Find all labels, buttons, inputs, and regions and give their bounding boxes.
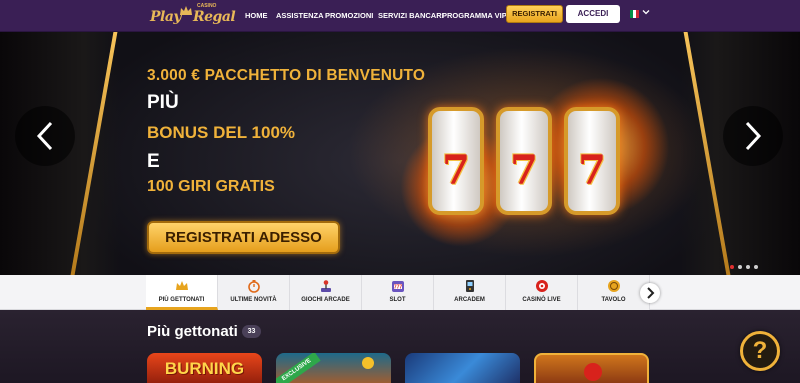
crown-icon: [176, 281, 188, 290]
tab-label: ULTIME NOVITÀ: [230, 297, 277, 303]
logo-regal-text: Regal: [193, 9, 236, 25]
tab-slot[interactable]: 777 SLOT: [362, 275, 434, 310]
page: { "header": { "logo": {"play": "Play", "…: [0, 0, 800, 383]
hero-banner: 3.000 € PACCHETTO DI BENVENUTO PIÙ BONUS…: [0, 32, 800, 275]
slot-reel: 7: [496, 107, 552, 215]
hero-line-piu: PIÙ: [147, 92, 179, 113]
games-count-badge: 33: [242, 325, 261, 338]
help-button[interactable]: ?: [740, 331, 780, 371]
games-section: Più gettonati 33 BURNING EXCLUSIVE: [0, 310, 800, 383]
seven-symbol: 7: [578, 147, 606, 194]
tab-ultime-novita[interactable]: ULTIME NOVITÀ: [218, 275, 290, 310]
game-tile[interactable]: [405, 353, 520, 383]
carousel-dots: [730, 265, 758, 269]
game-tile[interactable]: BURNING: [147, 353, 262, 383]
chevron-left-icon: [36, 121, 53, 151]
carousel-dot[interactable]: [746, 265, 750, 269]
hero-line-bonus: BONUS DEL 100%: [147, 123, 296, 142]
carousel-dot[interactable]: [730, 265, 734, 269]
nav-home[interactable]: HOME: [245, 11, 268, 20]
seven-symbol: 7: [442, 147, 470, 194]
hero-line-free-spins: 100 GIRI GRATIS: [147, 178, 275, 195]
carousel-dot[interactable]: [754, 265, 758, 269]
game-title: BURNING: [164, 359, 245, 378]
table-chip-icon: [608, 280, 620, 292]
game-tile[interactable]: EXCLUSIVE: [276, 353, 391, 383]
tab-label: GIOCHI ARCADE: [301, 297, 350, 303]
nav-programma-vip[interactable]: PROGRAMMA VIP: [442, 11, 507, 20]
coin-icon: [362, 357, 374, 369]
tab-arcadem[interactable]: ARCADEM: [434, 275, 506, 310]
arcade-machine-icon: [466, 280, 474, 292]
hero-line-e: E: [147, 151, 160, 172]
svg-text:777: 777: [394, 284, 403, 290]
tab-casino-live[interactable]: CASINÒ LIVE: [506, 275, 578, 310]
slot-icon: 777: [392, 281, 404, 292]
nav-assistenza[interactable]: ASSISTENZA: [276, 11, 324, 20]
seven-symbol: 7: [510, 147, 538, 194]
top-header: Play CASINO Regal HOME ASSISTENZA PROMOZ…: [0, 0, 800, 32]
carousel-prev-button[interactable]: [15, 106, 75, 166]
chevron-right-icon: [745, 121, 762, 151]
tab-label: SLOT: [389, 297, 406, 303]
slot-reel: 7: [564, 107, 620, 215]
italian-flag-icon[interactable]: [630, 10, 639, 18]
nav-servizi-bancari[interactable]: SERVIZI BANCARI: [378, 11, 444, 20]
tab-piu-gettonati[interactable]: PIÙ GETTONATI: [146, 275, 218, 310]
hero-line-welcome-package: 3.000 € PACCHETTO DI BENVENUTO: [147, 67, 426, 84]
login-button[interactable]: ACCEDI: [566, 5, 620, 23]
tab-label: CASINÒ LIVE: [522, 297, 561, 303]
chevron-right-icon: [647, 287, 655, 299]
joystick-icon: [321, 280, 331, 292]
logo-play-text: Play: [150, 9, 182, 25]
category-next-button[interactable]: [640, 283, 660, 303]
play-regal-logo[interactable]: Play CASINO Regal: [150, 3, 236, 29]
gem-icon: [584, 363, 602, 381]
category-tabs: PIÙ GETTONATI ULTIME NOVITÀ GIOCHI ARCAD…: [0, 275, 800, 310]
carousel-next-button[interactable]: [723, 106, 783, 166]
nav-promozioni[interactable]: PROMOZIONI: [325, 11, 373, 20]
crown-icon: [180, 6, 192, 15]
register-now-button[interactable]: REGISTRATI ADESSO: [147, 221, 340, 254]
section-title: Più gettonati: [147, 323, 238, 340]
tab-label: ARCADEM: [454, 297, 485, 303]
exclusive-badge: EXCLUSIVE: [276, 353, 321, 383]
slot-reel: 7: [428, 107, 484, 215]
stopwatch-icon: [248, 280, 260, 293]
tab-label: PIÙ GETTONATI: [158, 297, 205, 303]
tab-label: TAVOLO: [601, 297, 626, 303]
tab-giochi-arcade[interactable]: GIOCHI ARCADE: [290, 275, 362, 310]
roulette-chip-icon: [536, 280, 548, 292]
slot-machine-illustration: 7 7 7: [400, 77, 670, 247]
chevron-down-icon[interactable]: [642, 8, 650, 16]
register-button[interactable]: REGISTRATI: [506, 5, 563, 23]
game-tile[interactable]: [534, 353, 649, 383]
carousel-dot[interactable]: [738, 265, 742, 269]
